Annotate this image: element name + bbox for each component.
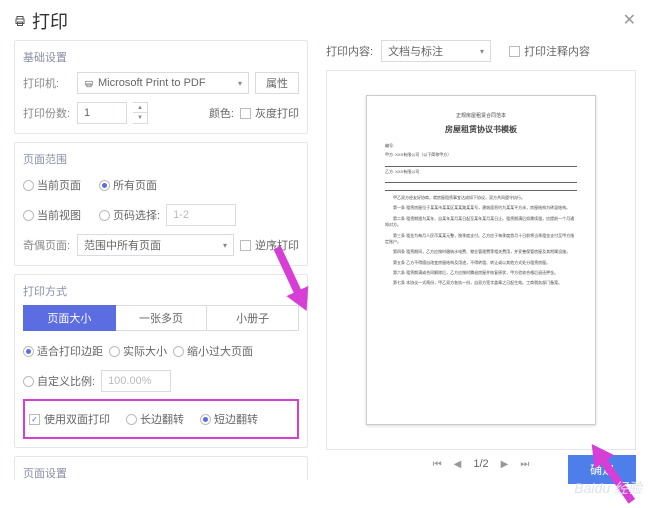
printer-select[interactable]: Microsoft Print to PDF ▾ [77,72,249,94]
copies-spinner[interactable]: ▲▼ [133,102,148,124]
radio-short-edge[interactable]: 短边翻转 [200,411,258,427]
close-icon[interactable]: ✕ [623,10,636,30]
copies-input[interactable]: 1 [77,102,127,124]
group-print-mode: 打印方式 页面大小 一张多页 小册子 适合打印边距 实际大小 缩小过大页面 自定… [14,274,308,448]
odd-even-select[interactable]: 范围中所有页面▾ [77,234,234,256]
copies-label: 打印份数: [23,105,71,121]
watermark: Baidu 经验 [574,478,642,498]
basic-title: 基础设置 [23,49,299,65]
radio-page-select[interactable]: 页码选择: [99,207,160,223]
annotations-checkbox[interactable]: 打印注释内容 [509,43,590,59]
print-mode-title: 打印方式 [23,283,299,299]
radio-actual-size[interactable]: 实际大小 [109,343,167,359]
print-icon [14,15,26,27]
printer-small-icon [84,78,94,88]
chevron-down-icon: ▾ [238,79,242,88]
radio-long-edge[interactable]: 长边翻转 [126,411,184,427]
preview-area: 正规房屋租赁合同范本 房屋租赁协议书模板 编号: 甲方: XXX有限公司（以下简… [326,70,636,450]
printer-label: 打印机: [23,75,71,91]
grayscale-checkbox[interactable]: 灰度打印 [240,105,299,121]
group-page-setup: 页面设置 纸张大小: A4▾ 页边距 纸张方向: 自动横向/纵向 纵向 横向 [14,456,308,480]
radio-current-page[interactable]: 当前页面 [23,177,81,193]
pager-prev[interactable]: ◀ [454,459,462,470]
tab-page-size[interactable]: 页面大小 [23,305,116,331]
custom-scale-input[interactable]: 100.00% [101,370,171,392]
radio-custom-scale[interactable]: 自定义比例: [23,373,95,389]
print-content-label: 打印内容: [326,43,373,59]
radio-current-view[interactable]: 当前视图 [23,207,81,223]
chevron-down-icon: ▾ [480,47,484,56]
print-content-select[interactable]: 文档与标注▾ [381,40,491,62]
radio-shrink[interactable]: 缩小过大页面 [173,343,253,359]
page-preview: 正规房屋租赁合同范本 房屋租赁协议书模板 编号: 甲方: XXX有限公司（以下简… [366,95,596,425]
tab-booklet[interactable]: 小册子 [207,305,299,331]
page-select-input[interactable]: 1-2 [166,204,236,226]
group-page-range: 页面范围 当前页面 所有页面 当前视图 页码选择: 1-2 奇偶页面: 范围中所… [14,142,308,266]
pager-first[interactable]: ⏮ [433,459,442,470]
page-setup-title: 页面设置 [23,465,299,480]
reverse-checkbox[interactable]: 逆序打印 [240,237,299,253]
duplex-checkbox[interactable]: 使用双面打印 [29,411,110,427]
tab-multi-page[interactable]: 一张多页 [116,305,208,331]
pager-last[interactable]: ⏭ [520,459,529,470]
radio-all-pages[interactable]: 所有页面 [99,177,157,193]
properties-button[interactable]: 属性 [255,72,299,94]
pager-next[interactable]: ▶ [501,459,509,470]
group-basic: 基础设置 打印机: Microsoft Print to PDF ▾ 属性 打印… [14,40,308,134]
duplex-highlight: 使用双面打印 长边翻转 短边翻转 [23,399,299,439]
page-range-title: 页面范围 [23,151,299,167]
pager-info: 1/2 [473,458,488,470]
color-label: 颜色: [209,105,234,121]
radio-fit-margin[interactable]: 适合打印边距 [23,343,103,359]
odd-even-label: 奇偶页面: [23,237,71,253]
dialog-title: 打印 [32,8,68,34]
chevron-down-icon: ▾ [223,241,227,250]
